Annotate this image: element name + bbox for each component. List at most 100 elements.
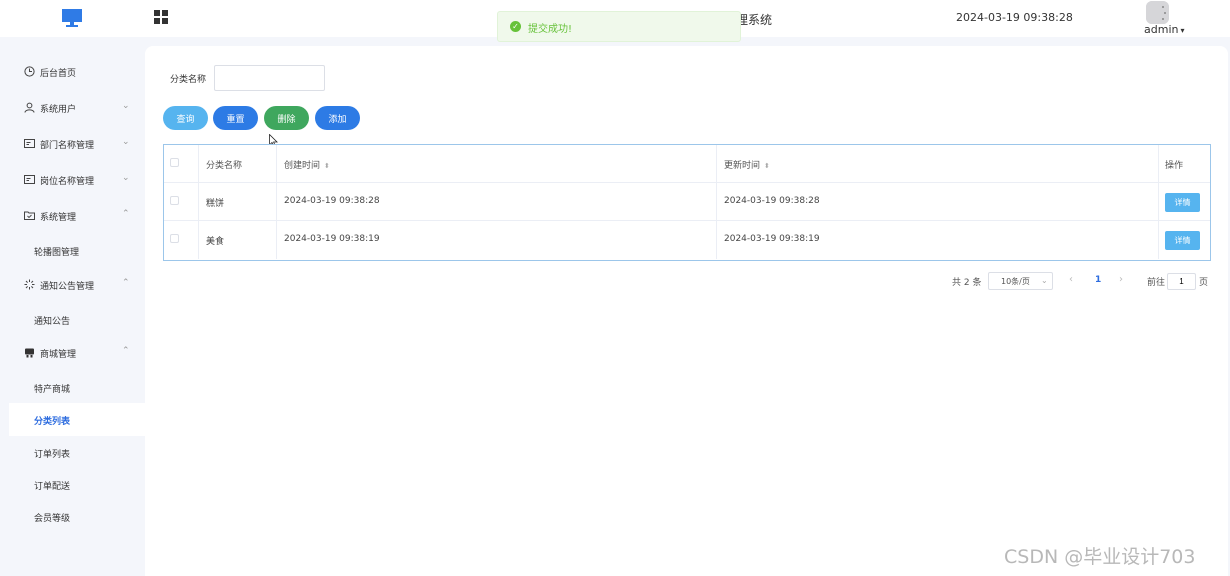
row-created-cell: 2024-03-19 09:38:28 [277,183,717,221]
select-all-checkbox[interactable] [170,158,179,167]
column-header-updated: 更新时间 ⬍ [724,161,770,171]
header-checkbox-cell [164,145,199,183]
row-checkbox[interactable] [170,196,179,205]
category-name-label: 分类名称 [170,75,207,85]
row-name-cell: 糕饼 [199,183,277,221]
row-created-cell: 2024-03-19 09:38:19 [277,221,717,259]
sidebar-item-dashboard[interactable]: 后台首页 [0,58,145,88]
sidebar-item-label: 特产商城 [34,385,71,395]
page-size-select[interactable]: 10条/页 ⌄ [988,272,1053,290]
main-content: 分类名称 查询 重置 删除 添加 分类名称 创建时间 ⬍ 更新时间 ⬍ 操作 糕饼 … [145,46,1228,576]
column-header-name: 分类名称 [206,161,243,171]
sidebar-item-system-users[interactable]: 系统用户 ⌄ [0,94,145,124]
category-name: 美食 [206,237,225,247]
header-datetime: 2024-03-19 09:38:28 [956,11,1073,24]
sidebar-item-label: 通知公告管理 [40,282,95,292]
updated-time: 2024-03-19 09:38:28 [724,196,820,206]
sidebar-item-department[interactable]: 部门名称管理 ⌄ [0,130,145,160]
sort-icon[interactable]: ⬍ [764,162,770,170]
chevron-up-icon: ⌃ [122,346,130,356]
column-header-created: 创建时间 ⬍ [284,161,330,171]
category-name: 糕饼 [206,199,225,209]
sidebar-item-label: 订单列表 [34,450,71,460]
success-toast: ✓ 提交成功! [497,11,741,42]
page-suffix: 页 [1199,278,1209,288]
system-title: 理系统 [736,13,773,27]
row-operation-cell: 详情 [1159,183,1210,221]
caret-down-icon: ▾ [1180,26,1185,35]
row-checkbox-cell [164,221,199,259]
sidebar-item-carousel[interactable]: 轮播图管理 [0,236,145,266]
user-icon [24,102,35,113]
shop-icon [25,348,34,358]
sidebar-item-label: 轮播图管理 [34,248,80,258]
row-operation-cell: 详情 [1159,221,1210,259]
sidebar-item-notice-management[interactable]: 通知公告管理 ⌃ [0,271,145,301]
page-number-current[interactable]: 1 [1095,275,1101,285]
sidebar-item-notice[interactable]: 通知公告 [0,305,145,335]
sidebar-item-category-list[interactable]: 分类列表 [9,403,145,436]
sidebar-item-order-list[interactable]: 订单列表 [0,438,145,468]
reset-button[interactable]: 重置 [213,106,258,130]
chevron-down-icon: ⌄ [122,173,130,183]
category-name-input[interactable] [214,65,325,91]
add-button[interactable]: 添加 [315,106,360,130]
sidebar-item-mall-management[interactable]: 商城管理 ⌃ [0,339,145,369]
row-updated-cell: 2024-03-19 09:38:28 [717,183,1159,221]
avatar-placeholder-icon [1146,1,1169,24]
row-checkbox-cell [164,183,199,221]
goto-label: 前往 [1147,278,1166,288]
user-name: admin [1144,23,1179,36]
sidebar-item-label: 订单配送 [34,482,71,492]
sidebar-item-label: 商城管理 [40,350,77,360]
sidebar-item-label: 后台首页 [40,69,77,79]
apps-grid-icon[interactable] [154,10,168,24]
monitor-logo-icon [62,9,82,27]
card-icon [24,175,35,184]
detail-button[interactable]: 详情 [1165,193,1200,212]
sidebar-item-order-delivery[interactable]: 订单配送 [0,470,145,500]
next-page-button[interactable]: › [1119,274,1123,285]
header-operation-cell: 操作 [1159,145,1210,183]
goto-page-input[interactable] [1167,273,1196,290]
delete-button[interactable]: 删除 [264,106,309,130]
header-name-cell: 分类名称 [199,145,277,183]
table-row: 糕饼 2024-03-19 09:38:28 2024-03-19 09:38:… [164,183,1210,221]
avatar[interactable] [1146,1,1169,24]
table-header-row: 分类名称 创建时间 ⬍ 更新时间 ⬍ 操作 [164,145,1210,183]
created-time: 2024-03-19 09:38:28 [284,196,380,206]
sidebar-item-label: 系统用户 [40,105,77,115]
created-time: 2024-03-19 09:38:19 [284,234,380,244]
row-updated-cell: 2024-03-19 09:38:19 [717,221,1159,259]
sidebar-item-system-management[interactable]: 系统管理 ⌃ [0,202,145,232]
sidebar: 后台首页 系统用户 ⌄ 部门名称管理 ⌄ 岗位名称管理 ⌄ 系统管理 ⌃ 轮播图… [0,37,145,576]
user-menu[interactable]: admin ▾ [1144,23,1184,36]
chevron-down-icon: ⌄ [1041,276,1048,285]
chevron-up-icon: ⌃ [122,209,130,219]
prev-page-button[interactable]: ‹ [1069,274,1073,285]
card-icon [24,139,35,148]
check-circle-icon: ✓ [510,21,521,32]
sort-icon[interactable]: ⬍ [324,162,330,170]
query-button[interactable]: 查询 [163,106,208,130]
sidebar-item-label: 系统管理 [40,213,77,223]
sidebar-item-specialty-mall[interactable]: 特产商城 [0,373,145,403]
sidebar-item-label: 岗位名称管理 [40,177,95,187]
column-header-operation: 操作 [1165,161,1184,171]
clock-icon [24,66,35,77]
chevron-down-icon: ⌄ [122,101,130,111]
sidebar-item-label: 部门名称管理 [40,141,95,151]
toast-message: 提交成功! [528,24,573,35]
row-checkbox[interactable] [170,234,179,243]
header-updated-cell[interactable]: 更新时间 ⬍ [717,145,1159,183]
spinner-icon [24,279,35,290]
detail-button[interactable]: 详情 [1165,231,1200,250]
sidebar-item-label: 通知公告 [34,317,71,327]
watermark: CSDN @毕业设计703 [1004,546,1196,568]
sidebar-item-member-level[interactable]: 会员等级 [0,502,145,532]
table-row: 美食 2024-03-19 09:38:19 2024-03-19 09:38:… [164,221,1210,259]
chevron-down-icon: ⌄ [122,137,130,147]
updated-time: 2024-03-19 09:38:19 [724,234,820,244]
sidebar-item-position[interactable]: 岗位名称管理 ⌄ [0,166,145,196]
header-created-cell[interactable]: 创建时间 ⬍ [277,145,717,183]
